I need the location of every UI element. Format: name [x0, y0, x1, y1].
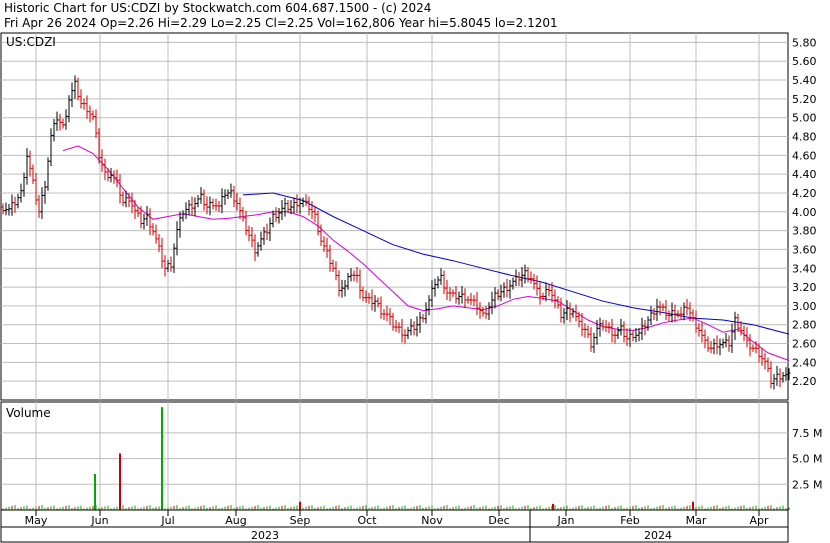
price-y-tick-label: 2.80: [792, 319, 817, 332]
price-y-tick-label: 4.20: [792, 187, 817, 200]
price-y-tick-label: 3.20: [792, 281, 817, 294]
month-label: Oct: [357, 514, 377, 527]
price-y-tick-label: 3.00: [792, 300, 817, 313]
volume-panel: 7.5 M 5.0 M 2.5 M Volume: [0, 401, 822, 511]
price-y-ticks: 5.80 5.60 5.40 5.20 5.00 4.80 4.60 4.40 4.20 4.00…: [792, 36, 817, 388]
price-y-tick-label: 4.80: [792, 131, 817, 144]
month-label: Sep: [290, 514, 311, 527]
price-y-tick-label: 5.20: [792, 93, 817, 106]
price-y-tick-label: 2.60: [792, 338, 817, 351]
month-label: Dec: [488, 514, 509, 527]
month-label: Jun: [90, 514, 108, 527]
price-panel: 5.80 5.60 5.40 5.20 5.00 4.80 4.60 4.40 4.20 4.00…: [0, 32, 817, 401]
price-y-tick-label: 4.00: [792, 206, 817, 219]
price-y-tick-label: 5.00: [792, 112, 817, 125]
month-label: Feb: [620, 514, 639, 527]
month-row: [0, 509, 789, 528]
price-y-tick-label: 3.60: [792, 243, 817, 256]
volume-y-tick-label: 7.5 M: [792, 427, 822, 440]
price-y-tick-label: 5.40: [792, 74, 817, 87]
year-label: 2024: [644, 529, 672, 542]
year-label: 2023: [251, 529, 279, 542]
month-label: Aug: [225, 514, 246, 527]
symbol-label: US:CDZI: [6, 35, 56, 49]
price-y-tick-label: 3.40: [792, 262, 817, 275]
month-label: Nov: [421, 514, 443, 527]
price-y-tick-label: 5.80: [792, 36, 817, 49]
month-label: Jul: [160, 514, 174, 527]
month-label: Mar: [686, 514, 707, 527]
price-y-tick-label: 3.80: [792, 225, 817, 238]
price-y-tick-label: 4.60: [792, 149, 817, 162]
month-label: Apr: [749, 514, 769, 527]
volume-y-tick-label: 2.5 M: [792, 478, 822, 491]
stock-chart: Historic Chart for US:CDZI by Stockwatch…: [0, 1, 822, 543]
chart-header-line2: Fri Apr 26 2024 Op=2.26 Hi=2.29 Lo=2.25 …: [4, 16, 558, 30]
volume-y-tick-label: 5.0 M: [792, 453, 822, 466]
volume-y-ticks: 7.5 M 5.0 M 2.5 M: [792, 427, 822, 491]
price-panel-frame: [0, 32, 789, 401]
time-axis: May Jun Jul Aug Sep Oct Nov Dec Jan Feb Mar Apr 202…: [0, 509, 789, 543]
chart-header-line1: Historic Chart for US:CDZI by Stockwatch…: [4, 1, 431, 15]
price-y-tick-label: 2.20: [792, 375, 817, 388]
price-y-tick-label: 4.40: [792, 168, 817, 181]
month-label: May: [25, 514, 48, 527]
volume-title: Volume: [6, 406, 51, 420]
month-label: Jan: [557, 514, 575, 527]
price-y-tick-label: 2.40: [792, 356, 817, 369]
price-y-tick-label: 5.60: [792, 55, 817, 68]
